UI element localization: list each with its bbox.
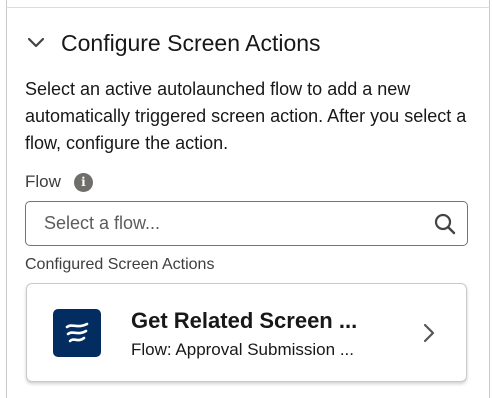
panel-right-border <box>489 0 490 398</box>
section-header-toggle[interactable]: Configure Screen Actions <box>25 26 321 60</box>
action-card-subtitle: Flow: Approval Submission ... <box>131 340 354 359</box>
info-icon[interactable]: i <box>73 172 93 192</box>
flow-search-box[interactable] <box>25 201 468 246</box>
action-card-title: Get Related Screen ... <box>131 308 358 333</box>
section-title: Configure Screen Actions <box>61 29 321 56</box>
panel-top-divider <box>6 7 490 8</box>
flow-search-input[interactable] <box>26 203 416 244</box>
flow-field-label-row: Flow i <box>25 170 93 194</box>
chevron-right-icon[interactable] <box>419 322 439 344</box>
panel-left-border <box>6 0 7 398</box>
search-icon[interactable] <box>433 212 457 236</box>
configured-action-card[interactable]: Get Related Screen ... Flow: Approval Su… <box>26 283 467 382</box>
chevron-down-icon[interactable] <box>25 32 47 54</box>
flow-field-label: Flow <box>25 172 61 191</box>
configured-actions-label: Configured Screen Actions <box>25 256 215 273</box>
section-description: Select an active autolaunched flow to ad… <box>25 79 467 153</box>
flow-icon <box>53 309 101 357</box>
